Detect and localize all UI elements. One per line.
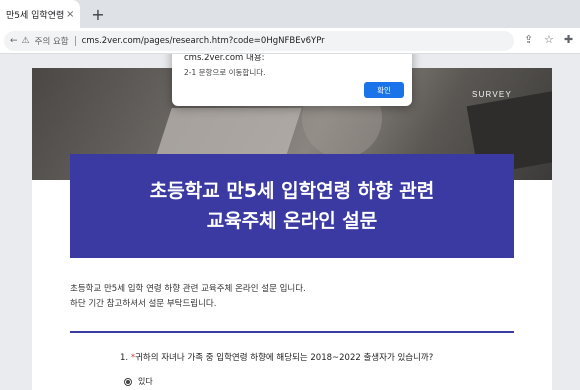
ok-button[interactable]: 확인	[364, 82, 404, 98]
question-1: 1. *귀하의 자녀나 가족 중 입학연령 하향에 해당되는 2018~2022…	[120, 351, 433, 363]
section-divider	[70, 331, 514, 333]
dialog-message: 2-1 문항으로 이동합니다.	[184, 68, 266, 77]
option-label: 있다	[138, 377, 153, 386]
extensions-icon[interactable]: ✚	[564, 33, 573, 46]
intro-text: 초등학교 만5세 입학 연령 하향 관련 교육주체 온라인 설문 입니다. 하단…	[70, 282, 306, 312]
title-line-2: 교육주체 온라인 설문	[206, 210, 378, 232]
radio-button-selected[interactable]	[124, 377, 132, 386]
intro-line-1: 초등학교 만5세 입학 연령 하향 관련 교육주체 온라인 설문 입니다.	[70, 284, 306, 294]
survey-card: SURVEY 초등학교 만5세 입학연령 하향 관련 교육주체 온라인 설문 초…	[32, 68, 552, 390]
option-yes[interactable]: 있다	[124, 376, 153, 387]
address-bar[interactable]: ← ⚠ 주의 요함 cms.2ver.com/pages/research.ht…	[4, 31, 514, 51]
tab-strip: 만5세 입학연령 하향 : × +	[0, 0, 580, 28]
back-icon[interactable]: ←	[10, 36, 18, 46]
star-icon[interactable]: ☆	[544, 33, 554, 46]
intro-line-2: 하단 기간 참고하셔서 설문 부탁드립니다.	[70, 299, 217, 309]
title-line-1: 초등학교 만5세 입학연령 하향 관련	[149, 180, 435, 202]
page-viewport: SURVEY 초등학교 만5세 입학연령 하향 관련 교육주체 온라인 설문 초…	[0, 54, 580, 390]
separator	[74, 36, 76, 46]
alert-dialog: cms.2ver.com 내용: 2-1 문항으로 이동합니다. 확인	[172, 54, 412, 106]
tab-title: 만5세 입학연령 하향 :	[6, 10, 64, 21]
browser-toolbar: ← ⚠ 주의 요함 cms.2ver.com/pages/research.ht…	[0, 28, 580, 54]
tab-close-icon[interactable]: ×	[66, 9, 74, 20]
browser-tab[interactable]: 만5세 입학연령 하향 : ×	[0, 0, 80, 28]
question-number: 1.	[120, 353, 129, 363]
survey-label: SURVEY	[472, 90, 512, 99]
page-title: 초등학교 만5세 입학연령 하향 관련 교육주체 온라인 설문	[70, 154, 514, 258]
security-label[interactable]: 주의 요함	[35, 35, 69, 47]
warning-icon[interactable]: ⚠	[22, 36, 30, 46]
share-icon[interactable]: ⇪	[524, 33, 533, 46]
dialog-title: cms.2ver.com 내용:	[184, 54, 265, 63]
url-text[interactable]: cms.2ver.com/pages/research.htm?code=0Hg…	[82, 36, 325, 46]
question-text: 귀하의 자녀나 가족 중 입학연령 하향에 해당되는 2018~2022 출생자…	[135, 353, 434, 363]
new-tab-button[interactable]: +	[88, 4, 108, 24]
